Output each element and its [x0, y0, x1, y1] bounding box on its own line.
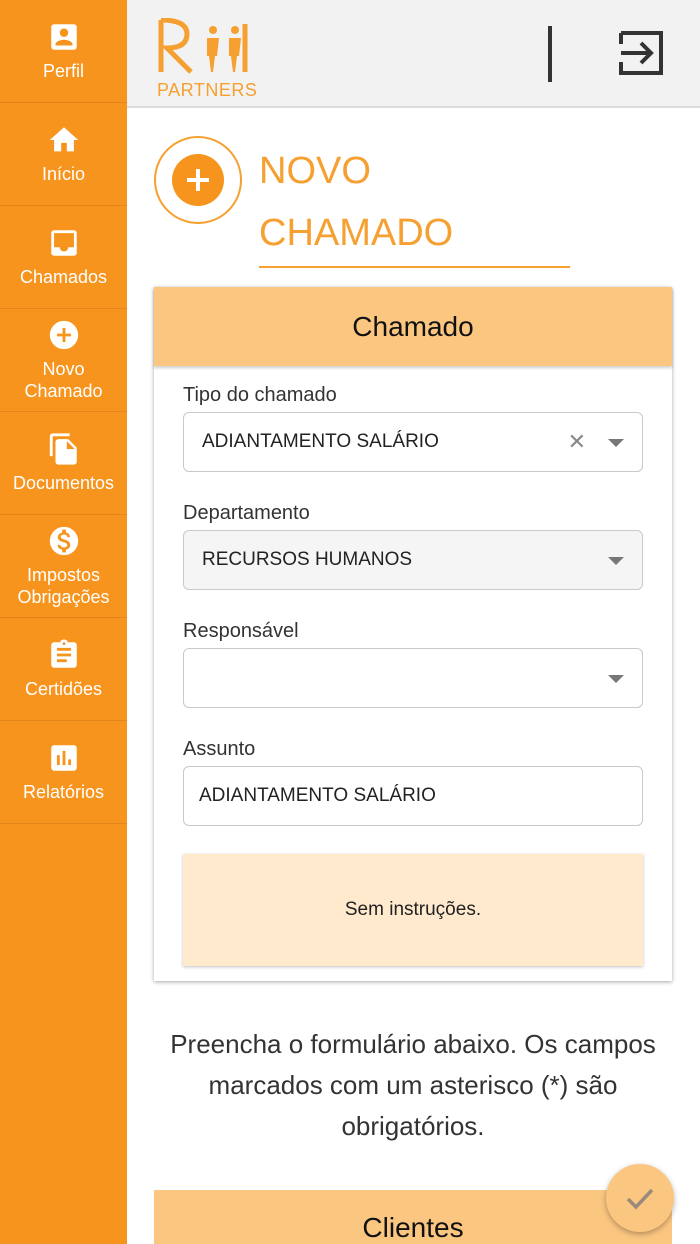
- sidebar-item-perfil[interactable]: Perfil: [0, 0, 127, 103]
- sidebar-item-impostos[interactable]: Impostos Obrigações: [0, 515, 127, 618]
- sidebar-item-relatorios[interactable]: Relatórios: [0, 721, 127, 824]
- sidebar-item-label: Certidões: [24, 679, 103, 699]
- sidebar-item-label: Chamados: [19, 267, 108, 287]
- assunto-input[interactable]: ADIANTAMENTO SALÁRIO: [183, 766, 643, 826]
- tipo-select[interactable]: ADIANTAMENTO SALÁRIO ✕: [183, 412, 643, 472]
- new-ticket-badge: [154, 136, 242, 224]
- inbox-icon: [47, 226, 81, 260]
- sidebar-item-certidoes[interactable]: Certidões: [0, 618, 127, 721]
- app-header: PARTNERS: [127, 0, 700, 108]
- bar-chart-icon: [47, 741, 81, 775]
- clientes-card: Clientes: [154, 1190, 672, 1244]
- sidebar-item-inicio[interactable]: Início: [0, 103, 127, 206]
- dollar-icon: [47, 524, 81, 558]
- header-divider: [548, 26, 552, 82]
- logo-text: PARTNERS: [157, 80, 258, 100]
- tipo-label: Tipo do chamado: [183, 384, 337, 406]
- sidebar-item-label: Documentos: [12, 473, 115, 493]
- add-circle-icon: [47, 318, 81, 352]
- tipo-value: ADIANTAMENTO SALÁRIO: [202, 431, 439, 452]
- profile-icon: [47, 20, 81, 54]
- sidebar-item-documentos[interactable]: Documentos: [0, 412, 127, 515]
- sidebar-item-chamados[interactable]: Chamados: [0, 206, 127, 309]
- responsavel-select[interactable]: [183, 648, 643, 708]
- logo: PARTNERS: [157, 17, 257, 102]
- help-text: Preencha o formulário abaixo. Os campos …: [170, 1029, 656, 1141]
- sidebar: Perfil Início Chamados Novo Chamado Docu…: [0, 0, 127, 1244]
- add-circle-icon: [172, 154, 224, 206]
- sidebar-item-label: Perfil: [42, 61, 84, 81]
- card-title: Chamado: [154, 287, 672, 366]
- chevron-down-icon: [608, 675, 624, 683]
- assunto-value: ADIANTAMENTO SALÁRIO: [199, 785, 436, 806]
- sidebar-item-novo-chamado[interactable]: Novo Chamado: [0, 309, 127, 412]
- sidebar-item-label: Impostos Obrigações: [17, 565, 110, 607]
- departamento-select[interactable]: RECURSOS HUMANOS: [183, 530, 643, 590]
- logo-mark: [158, 17, 248, 74]
- home-icon: [47, 123, 81, 157]
- logout-icon: [619, 31, 663, 75]
- sidebar-item-label: Novo Chamado: [24, 359, 103, 401]
- check-icon: [626, 1188, 654, 1210]
- departamento-label: Departamento: [183, 502, 310, 524]
- responsavel-label: Responsável: [183, 620, 299, 642]
- clientes-card-title: Clientes: [362, 1212, 464, 1243]
- sidebar-item-label: Relatórios: [22, 782, 105, 802]
- page-title: NOVO CHAMADO: [259, 140, 570, 268]
- clipboard-icon: [47, 638, 81, 672]
- chevron-down-icon: [608, 557, 624, 565]
- assunto-label: Assunto: [183, 738, 256, 760]
- clear-icon[interactable]: ✕: [568, 429, 586, 455]
- departamento-value: RECURSOS HUMANOS: [202, 549, 413, 570]
- chevron-down-icon: [608, 439, 624, 447]
- submit-button[interactable]: [606, 1164, 674, 1232]
- sidebar-item-label: Início: [41, 164, 86, 184]
- logout-button[interactable]: [617, 28, 667, 78]
- documents-icon: [47, 432, 81, 466]
- chamado-card: Chamado Tipo do chamado ADIANTAMENTO SAL…: [154, 287, 672, 981]
- instructions-box: Sem instruções.: [183, 854, 643, 966]
